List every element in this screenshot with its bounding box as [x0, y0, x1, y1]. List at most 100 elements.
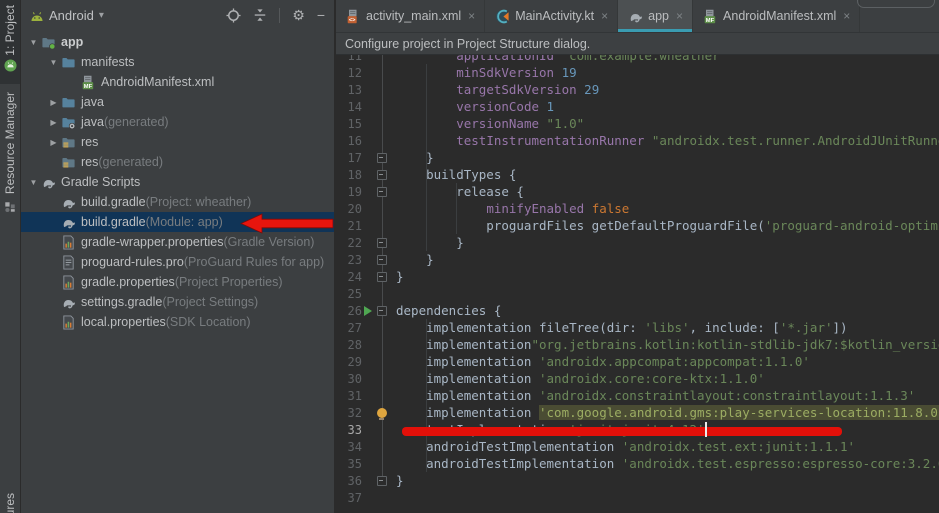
tree-item-proguard-rules-pro-proguard-rules-for-app[interactable]: proguard-rules.pro (ProGuard Rules for a…	[21, 252, 334, 272]
tree-item-java-generated[interactable]: ▶java (generated)	[21, 112, 334, 132]
project-tool-label: 1: Project	[3, 5, 17, 56]
fold-gutter-cell	[374, 187, 390, 197]
tool-window-strip: 1: Project Resource Manager ures	[0, 0, 21, 513]
tab-androidmanifest-xml[interactable]: MFAndroidManifest.xml×	[693, 0, 860, 32]
collapse-all-icon[interactable]	[253, 8, 267, 22]
tree-item-build-gradle-project-wheather[interactable]: build.gradle (Project: wheather)	[21, 192, 334, 212]
code-token: 'com.google.android.gms:play-services-lo…	[539, 405, 939, 420]
line-number: 36	[336, 474, 362, 488]
intention-bulb-icon[interactable]	[377, 408, 387, 418]
close-icon[interactable]: ×	[468, 10, 475, 22]
svg-text:MF: MF	[83, 83, 92, 89]
fold-gutter-cell	[374, 272, 390, 282]
gear-icon[interactable]: ⚙	[292, 8, 305, 22]
code-text: testImplementation 'junit:junit:4.12'	[390, 422, 707, 437]
tree-item-app[interactable]: ▼app	[21, 32, 334, 52]
code-line-16: 16 testInstrumentationRunner "androidx.t…	[336, 132, 939, 149]
tree-item-qualifier: (Module: app)	[146, 215, 223, 229]
tree-item-manifests[interactable]: ▼manifests	[21, 52, 334, 72]
svg-text:<>: <>	[348, 17, 355, 23]
fold-marker-icon[interactable]	[377, 306, 387, 316]
line-number: 35	[336, 457, 362, 471]
code-token	[396, 99, 456, 114]
bottom-tool-button[interactable]: ures	[0, 493, 20, 513]
line-number: 13	[336, 83, 362, 97]
tab-mainactivity-kt[interactable]: MainActivity.kt×	[485, 0, 618, 32]
tree-item-label: java	[81, 95, 104, 109]
line-number: 21	[336, 219, 362, 233]
chevron-down-icon[interactable]: ▼	[27, 178, 40, 187]
code-token	[539, 116, 547, 131]
code-text: minSdkVersion 19	[390, 65, 577, 80]
fold-marker-icon[interactable]	[377, 476, 387, 486]
gradle-icon	[60, 294, 76, 310]
code-token: }	[396, 269, 404, 284]
code-text: versionName "1.0"	[390, 116, 584, 131]
chevron-down-icon[interactable]: ▼	[27, 38, 40, 47]
tree-item-build-gradle-module-app[interactable]: build.gradle (Module: app)	[21, 212, 334, 232]
tree-item-qualifier: (Project Settings)	[162, 295, 258, 309]
locate-file-icon[interactable]	[226, 8, 241, 23]
chevron-right-icon[interactable]: ▶	[47, 98, 60, 107]
fold-marker-icon[interactable]	[377, 255, 387, 265]
hide-panel-icon[interactable]: −	[317, 8, 325, 22]
run-gutter-icon[interactable]	[364, 306, 372, 316]
tab-activity-main-xml[interactable]: <>activity_main.xml×	[336, 0, 485, 32]
chevron-right-icon[interactable]: ▶	[47, 138, 60, 147]
close-icon[interactable]: ×	[843, 10, 850, 22]
project-view-selector[interactable]: Android	[49, 8, 94, 23]
resource-manager-tool-button[interactable]: Resource Manager	[0, 92, 20, 213]
project-panel-header: Android ▾ ⚙ −	[21, 0, 334, 30]
project-tool-button[interactable]: 1: Project	[0, 0, 20, 84]
code-line-22: 22 }	[336, 234, 939, 251]
text-file-icon	[60, 254, 76, 270]
chevron-right-icon[interactable]: ▶	[47, 118, 60, 127]
fold-marker-icon[interactable]	[377, 238, 387, 248]
fold-marker-icon[interactable]	[377, 272, 387, 282]
tree-item-local-properties-sdk-location[interactable]: local.properties (SDK Location)	[21, 312, 334, 332]
code-token: implementation fileTree(dir:	[396, 320, 644, 335]
code-token: implementation	[396, 337, 531, 352]
line-number: 29	[336, 355, 362, 369]
tree-item-qualifier: (ProGuard Rules for app)	[184, 255, 324, 269]
fold-marker-icon[interactable]	[377, 170, 387, 180]
tree-item-label: gradle-wrapper.properties	[81, 235, 223, 249]
tree-item-gradle-properties-project-properties[interactable]: gradle.properties (Project Properties)	[21, 272, 334, 292]
code-token: dependencies {	[396, 303, 501, 318]
tree-item-androidmanifest-xml[interactable]: MFAndroidManifest.xml	[21, 72, 334, 92]
tree-item-gradle-wrapper-properties-gradle-version[interactable]: gradle-wrapper.properties (Gradle Versio…	[21, 232, 334, 252]
fold-marker-icon[interactable]	[377, 187, 387, 197]
close-icon[interactable]: ×	[676, 10, 683, 22]
chevron-down-icon[interactable]: ▼	[47, 58, 60, 67]
tree-item-res[interactable]: ▶ res	[21, 132, 334, 152]
tree-item-label: proguard-rules.pro	[81, 255, 184, 269]
code-line-12: 12 minSdkVersion 19	[336, 64, 939, 81]
code-line-30: 30 implementation 'androidx.core:core-kt…	[336, 370, 939, 387]
tab-app[interactable]: app×	[618, 0, 693, 32]
tree-item-qualifier: (SDK Location)	[166, 315, 251, 329]
line-number: 22	[336, 236, 362, 250]
code-text: minifyEnabled false	[390, 201, 629, 216]
resource-manager-label: Resource Manager	[3, 92, 17, 194]
code-text: implementation 'com.google.android.gms:p…	[390, 405, 939, 420]
tree-item-res-generated[interactable]: res (generated)	[21, 152, 334, 172]
code-editor[interactable]: 11 applicationId "com.example.wheather"1…	[336, 33, 939, 513]
close-icon[interactable]: ×	[601, 10, 608, 22]
code-token: "org.jetbrains.kotlin:kotlin-stdlib-jdk7…	[531, 337, 939, 352]
code-token: 1	[547, 99, 555, 114]
code-text: targetSdkVersion 29	[390, 82, 599, 97]
code-line-28: 28 implementation"org.jetbrains.kotlin:k…	[336, 336, 939, 353]
tree-item-gradle-scripts[interactable]: ▼Gradle Scripts	[21, 172, 334, 192]
tree-item-qualifier: (generated)	[98, 155, 163, 169]
tree-item-label: res	[81, 135, 98, 149]
code-token: 19	[562, 65, 577, 80]
chevron-down-icon[interactable]: ▾	[99, 10, 104, 21]
tree-item-java[interactable]: ▶ java	[21, 92, 334, 112]
tree-item-qualifier: (Gradle Version)	[223, 235, 314, 249]
line-number: 24	[336, 270, 362, 284]
tree-item-settings-gradle-project-settings[interactable]: settings.gradle (Project Settings)	[21, 292, 334, 312]
code-line-19: 19 release {	[336, 183, 939, 200]
code-line-17: 17 }	[336, 149, 939, 166]
fold-marker-icon[interactable]	[377, 153, 387, 163]
folder-res-icon	[60, 154, 76, 170]
